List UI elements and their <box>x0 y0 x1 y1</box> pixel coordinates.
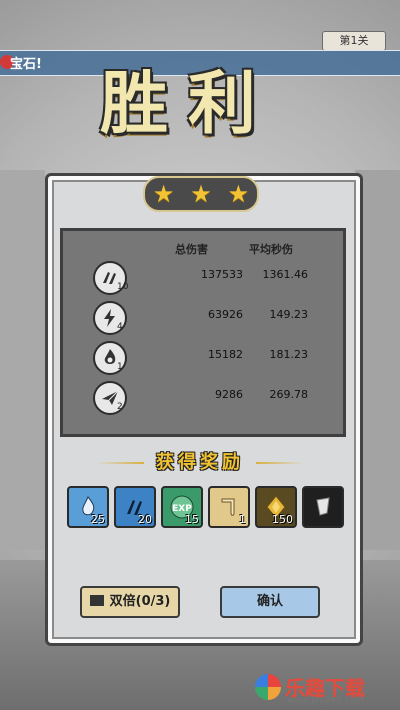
header-total-damage: 总伤害 <box>175 243 208 256</box>
ticker-text: 宝石! <box>10 57 42 72</box>
reward-count: 25 <box>91 513 105 526</box>
total-damage-value: 63926 <box>208 308 243 321</box>
reward-count: 150 <box>272 513 293 526</box>
avg-dps-value: 269.78 <box>269 388 309 401</box>
victory-title: 胜利 <box>100 64 277 144</box>
reward-item[interactable]: EXP 15 <box>161 486 203 528</box>
confirm-button[interactable]: 确认 <box>220 586 320 618</box>
reward-count: 15 <box>185 513 199 526</box>
reward-item[interactable]: 25 <box>67 486 109 528</box>
star-rating: ★ ★ ★ <box>143 176 259 212</box>
level-indicator: 第1关 <box>322 31 386 51</box>
reward-item[interactable] <box>302 486 344 528</box>
double-reward-label: 双倍(0/3) <box>109 594 171 609</box>
avg-dps-value: 149.23 <box>269 308 309 321</box>
star-icon: ★ <box>190 180 212 208</box>
reward-item[interactable]: 1 <box>208 486 250 528</box>
header-avg-dps: 平均秒伤 <box>249 243 293 256</box>
double-reward-button[interactable]: 双倍(0/3) <box>80 586 180 618</box>
damage-stats-table: 总伤害 平均秒伤 10 137533 1361.46 4 63926 149.2… <box>60 228 346 437</box>
skill-level: 2 <box>117 402 123 412</box>
background-wall-left <box>0 170 45 550</box>
divider-right <box>256 462 304 464</box>
skill-level: 1 <box>117 362 123 372</box>
reward-item[interactable]: 20 <box>114 486 156 528</box>
total-damage-value: 137533 <box>201 268 243 281</box>
site-logo-icon <box>255 674 281 700</box>
avg-dps-value: 1361.46 <box>262 268 309 281</box>
total-damage-value: 15182 <box>208 348 243 361</box>
star-icon: ★ <box>152 180 175 208</box>
reward-item[interactable]: 150 <box>255 486 297 528</box>
reward-count: 20 <box>138 513 152 526</box>
armor-piece-icon <box>316 497 330 516</box>
site-watermark: 乐趣下载 www.joy999.com <box>255 668 400 710</box>
skill-level: 4 <box>117 322 123 332</box>
total-damage-value: 9286 <box>215 388 243 401</box>
watermark-url: www.joy999.com <box>287 696 364 706</box>
video-icon <box>89 595 104 606</box>
scroll-icon <box>221 498 235 516</box>
skill-level: 10 <box>117 282 129 292</box>
reward-count: 1 <box>239 513 246 526</box>
star-icon: ★ <box>227 180 250 208</box>
avg-dps-value: 181.23 <box>269 348 309 361</box>
confirm-label: 确认 <box>256 594 283 609</box>
